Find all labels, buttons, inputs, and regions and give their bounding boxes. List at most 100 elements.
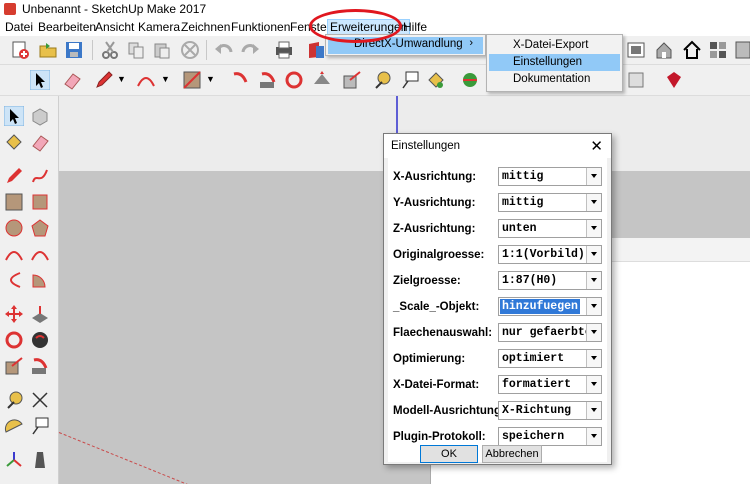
plugin-protokoll-select[interactable]: speichern xyxy=(498,427,602,446)
new-file-icon[interactable] xyxy=(10,40,30,60)
menu-datei[interactable]: Datei xyxy=(3,19,35,35)
save-icon[interactable] xyxy=(64,40,84,60)
push-pull-icon[interactable] xyxy=(258,70,278,90)
circle-tool-icon[interactable] xyxy=(4,218,24,238)
ruby-icon[interactable] xyxy=(664,70,684,90)
pencil-dropdown-icon[interactable]: ▼ xyxy=(117,74,126,84)
arc-dropdown-icon[interactable]: ▼ xyxy=(161,74,170,84)
two-point-arc-tool-icon[interactable] xyxy=(30,244,50,264)
undo-icon[interactable] xyxy=(214,40,234,60)
dropdown-arrow-icon[interactable] xyxy=(586,376,601,393)
dropdown-arrow-icon[interactable] xyxy=(586,194,601,211)
component-tool-icon[interactable] xyxy=(30,106,50,126)
menu-zeichnen[interactable]: Zeichnen xyxy=(179,19,232,35)
submenu-item-einstellungen[interactable]: Einstellungen xyxy=(489,54,620,71)
select-tool-icon[interactable] xyxy=(4,106,24,126)
text-label-icon[interactable] xyxy=(400,70,420,90)
erase-icon[interactable] xyxy=(180,40,200,60)
move-icon[interactable] xyxy=(230,70,250,90)
flaechenauswahl-select[interactable]: nur gefaerbte xyxy=(498,323,602,342)
pencil-icon[interactable] xyxy=(94,70,114,90)
home-icon[interactable] xyxy=(682,40,702,60)
field-x-ausrichtung: X-Ausrichtung: mittig xyxy=(388,164,607,190)
print-icon[interactable] xyxy=(274,40,294,60)
house-icon[interactable] xyxy=(654,40,674,60)
offset-tool-icon[interactable] xyxy=(30,356,50,376)
optimierung-select[interactable]: optimiert xyxy=(498,349,602,368)
rotate-tool-icon[interactable] xyxy=(4,330,24,350)
rotated-rect-tool-icon[interactable] xyxy=(30,192,50,212)
x-ausrichtung-select[interactable]: mittig xyxy=(498,167,602,186)
zielgroesse-select[interactable]: 1:87(H0) xyxy=(498,271,602,290)
dimension-tool-icon[interactable] xyxy=(30,390,50,410)
layout-icon[interactable] xyxy=(734,40,750,60)
shape-dropdown-icon[interactable]: ▼ xyxy=(206,74,215,84)
y-ausrichtung-select[interactable]: mittig xyxy=(498,193,602,212)
follow-me-icon[interactable] xyxy=(312,70,332,90)
select-arrow-icon[interactable] xyxy=(30,70,50,90)
dropdown-arrow-icon[interactable] xyxy=(586,324,601,341)
originalgroesse-select[interactable]: 1:1(Vorbild) xyxy=(498,245,602,264)
warehouse-icon[interactable] xyxy=(626,40,646,60)
extension-warehouse-icon[interactable] xyxy=(708,40,728,60)
redo-icon[interactable] xyxy=(240,40,260,60)
z-ausrichtung-select[interactable]: unten xyxy=(498,219,602,238)
polygon-tool-icon[interactable] xyxy=(30,218,50,238)
line-tool-icon[interactable] xyxy=(4,166,24,186)
scene-icon[interactable] xyxy=(626,70,646,90)
dropdown-arrow-icon[interactable] xyxy=(586,272,601,289)
three-point-arc-tool-icon[interactable] xyxy=(4,270,24,290)
copy-icon[interactable] xyxy=(126,40,146,60)
tape-measure-icon[interactable] xyxy=(372,70,392,90)
dropdown-arrow-icon[interactable] xyxy=(586,246,601,263)
paint-bucket-icon[interactable] xyxy=(426,70,446,90)
dropdown-arrow-icon[interactable] xyxy=(586,428,601,445)
ok-button[interactable]: OK xyxy=(420,445,478,463)
menu-item-directx-umwandlung[interactable]: DirectX-Umwandlung › xyxy=(328,37,483,54)
eraser-tool-icon[interactable] xyxy=(30,132,50,152)
scale-objekt-select[interactable]: hinzufuegen xyxy=(498,297,602,316)
dropdown-arrow-icon[interactable] xyxy=(586,298,601,315)
submenu-item-x-datei-export[interactable]: X-Datei-Export xyxy=(489,37,620,54)
pie-tool-icon[interactable] xyxy=(30,270,50,290)
menu-erweiterungen[interactable]: Erweiterungen xyxy=(327,19,411,35)
rectangle-tool-icon[interactable] xyxy=(4,192,24,212)
cut-icon[interactable] xyxy=(100,40,120,60)
submenu-item-dokumentation[interactable]: Dokumentation xyxy=(489,71,620,88)
move-tool-icon[interactable] xyxy=(4,304,24,324)
scale-tool-icon[interactable] xyxy=(4,356,24,376)
menu-ansicht[interactable]: Ansicht xyxy=(93,19,136,35)
axes-tool-icon[interactable] xyxy=(4,450,24,470)
freehand-tool-icon[interactable] xyxy=(30,166,50,186)
dropdown-arrow-icon[interactable] xyxy=(586,350,601,367)
3d-text-tool-icon[interactable] xyxy=(30,450,50,470)
push-pull-tool-icon[interactable] xyxy=(30,304,50,324)
menu-fenster[interactable]: Fenster xyxy=(288,19,333,35)
tape-measure-tool-icon[interactable] xyxy=(4,390,24,410)
text-tool-icon[interactable] xyxy=(30,416,50,436)
protractor-tool-icon[interactable] xyxy=(4,416,24,436)
menu-bearbeiten[interactable]: Bearbeiten xyxy=(36,19,98,35)
follow-me-tool-icon[interactable] xyxy=(30,330,50,350)
menu-funktionen[interactable]: Funktionen xyxy=(229,19,292,35)
dropdown-arrow-icon[interactable] xyxy=(586,168,601,185)
paint-tool-icon[interactable] xyxy=(4,132,24,152)
open-folder-icon[interactable] xyxy=(38,40,58,60)
paste-icon[interactable] xyxy=(152,40,172,60)
menu-kamera[interactable]: Kamera xyxy=(136,19,182,35)
model-info-icon[interactable] xyxy=(306,40,326,60)
cancel-button[interactable]: Abbrechen xyxy=(482,445,542,463)
offset-icon[interactable] xyxy=(342,70,362,90)
modell-ausrichtung-select[interactable]: X-Richtung xyxy=(498,401,602,420)
arc-tool-icon[interactable] xyxy=(4,244,24,264)
eraser-icon[interactable] xyxy=(62,70,82,90)
x-datei-format-select[interactable]: formatiert xyxy=(498,375,602,394)
arc-icon[interactable] xyxy=(136,70,156,90)
dropdown-arrow-icon[interactable] xyxy=(586,220,601,237)
close-icon[interactable]: ✕ xyxy=(590,137,603,155)
menu-hilfe[interactable]: Hilfe xyxy=(401,19,429,35)
orbit-icon[interactable] xyxy=(460,70,480,90)
rectangle-icon[interactable] xyxy=(182,70,202,90)
dropdown-arrow-icon[interactable] xyxy=(586,402,601,419)
rotate-icon[interactable] xyxy=(284,70,304,90)
